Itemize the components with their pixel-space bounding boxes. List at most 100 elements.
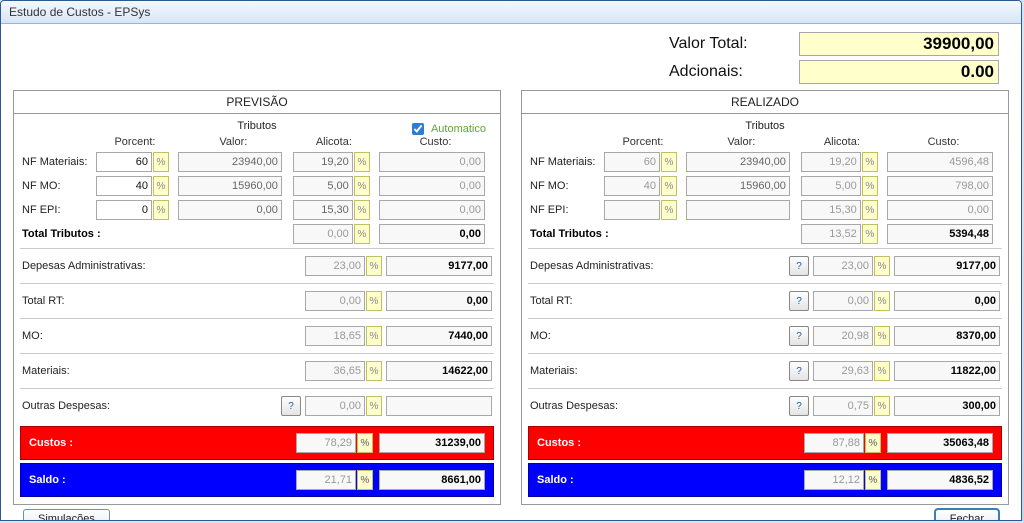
lbl-total-rt: Total RT:: [22, 295, 65, 307]
pct-icon: %: [366, 326, 382, 346]
lbl-nf-materiais-r: NF Materiais:: [528, 150, 602, 174]
row-outras-real: Outras Despesas: ? %: [528, 388, 1002, 423]
lbl-desp-admin: Depesas Administrativas:: [22, 260, 146, 272]
real-nf-materiais-custo: [887, 152, 993, 172]
real-nf-mo-valor: [686, 176, 790, 196]
hd-valor-r: Valor:: [684, 134, 799, 150]
pct-icon: %: [865, 470, 881, 490]
lbl-mo: MO:: [22, 330, 43, 342]
prev-nf-mo-valor: [178, 176, 282, 196]
lbl-saldo: Saldo :: [29, 474, 66, 486]
help-button[interactable]: ?: [789, 256, 809, 276]
help-button[interactable]: ?: [789, 326, 809, 346]
automatico-label: Automatico: [431, 123, 486, 135]
simulacoes-button[interactable]: Simulações: [23, 509, 110, 521]
valor-total-input[interactable]: [799, 32, 999, 56]
pct-icon: %: [862, 200, 878, 220]
prev-nf-mo-alicota: [293, 176, 353, 196]
tributos-previsao-table: Porcent: Valor: Alicota: Custo: NF Mater…: [20, 134, 494, 246]
row-custos-real: Custos : %: [528, 426, 1002, 460]
pct-icon: %: [874, 361, 890, 381]
real-nf-mo-alicota: [801, 176, 861, 196]
lbl-total-rt-r: Total RT:: [530, 295, 573, 307]
real-custos-alic: [804, 433, 864, 453]
pct-icon: %: [357, 470, 373, 490]
help-button[interactable]: ?: [789, 361, 809, 381]
app-window: Estudo de Custos - EPSys Valor Total: Ad…: [0, 0, 1022, 521]
real-nf-epi-porcent: [604, 200, 660, 220]
prev-nf-epi-alicota: [293, 200, 353, 220]
real-desp-admin-alic: [813, 256, 873, 276]
real-materiais-alic: [813, 361, 873, 381]
real-total-rt-alic: [813, 291, 873, 311]
row-mo-prev: MO: %: [20, 318, 494, 353]
lbl-nf-materiais: NF Materiais:: [20, 150, 94, 174]
valor-total-label: Valor Total:: [669, 35, 789, 53]
row-total-rt-real: Total RT: ? %: [528, 283, 1002, 318]
automatico-checkbox-group: Automatico: [408, 120, 486, 138]
prev-nf-epi-custo: [379, 200, 485, 220]
hd-custo-r: Custo:: [885, 134, 1002, 150]
row-mo-real: MO: ? %: [528, 318, 1002, 353]
prev-saldo-custo: [379, 470, 485, 490]
real-outras-alic: [813, 396, 873, 416]
real-mo-alic: [813, 326, 873, 346]
pct-icon: %: [874, 396, 890, 416]
real-materiais-custo: [894, 361, 1000, 381]
help-button[interactable]: ?: [281, 396, 301, 416]
pct-icon: %: [354, 200, 370, 220]
automatico-checkbox[interactable]: [412, 123, 424, 135]
prev-nf-materiais-porcent[interactable]: [96, 152, 152, 172]
lbl-custos: Custos :: [29, 437, 73, 449]
row-desp-admin-real: Depesas Administrativas: ? %: [528, 248, 1002, 283]
tributos-previsao-box: Tributos Automatico Porcent: Valor: Alic…: [20, 118, 494, 246]
help-button[interactable]: ?: [789, 291, 809, 311]
real-saldo-alic: [804, 470, 864, 490]
pct-icon: %: [153, 200, 169, 220]
tributos-title-r: Tributos: [528, 118, 1002, 134]
prev-mo-custo: [386, 326, 492, 346]
lbl-nf-mo-r: NF MO:: [528, 174, 602, 198]
prev-custos-alic: [296, 433, 356, 453]
prev-nf-mo-porcent[interactable]: [96, 176, 152, 196]
real-mo-custo: [894, 326, 1000, 346]
real-saldo-custo: [887, 470, 993, 490]
help-button[interactable]: ?: [789, 396, 809, 416]
prev-desp-admin-alic: [305, 256, 365, 276]
lbl-nf-mo: NF MO:: [20, 174, 94, 198]
prev-total-trib-custo: [379, 224, 485, 244]
tributos-realizado-table: Porcent: Valor: Alicota: Custo: NF Mater…: [528, 134, 1002, 246]
content-area: Valor Total: Adcionais: PREVISÃO Tributo…: [1, 24, 1021, 521]
lbl-nf-epi-r: NF EPI:: [528, 198, 602, 222]
real-nf-mo-porcent: [604, 176, 660, 196]
prev-nf-epi-valor: [178, 200, 282, 220]
prev-nf-epi-porcent[interactable]: [96, 200, 152, 220]
row-desp-admin-prev: Depesas Administrativas: %: [20, 248, 494, 283]
real-total-trib-alicota: [801, 224, 861, 244]
lbl-nf-epi: NF EPI:: [20, 198, 94, 222]
pct-icon: %: [874, 256, 890, 276]
footer: Simulações Fechar: [13, 505, 1009, 521]
pct-icon: %: [354, 152, 370, 172]
real-custos-custo: [887, 433, 993, 453]
hd-alicota: Alicota:: [291, 134, 377, 150]
pct-icon: %: [862, 152, 878, 172]
lbl-total-tributos: Total Tributos :: [20, 222, 291, 246]
fechar-button[interactable]: Fechar: [935, 509, 999, 521]
pct-icon: %: [661, 200, 677, 220]
row-saldo-prev: Saldo : %: [20, 463, 494, 497]
lbl-custos-r: Custos :: [537, 437, 581, 449]
prev-nf-mo-custo: [379, 176, 485, 196]
pct-icon: %: [366, 291, 382, 311]
hd-porcent: Porcent:: [94, 134, 176, 150]
real-nf-epi-valor: [686, 200, 790, 220]
pct-icon: %: [862, 224, 878, 244]
real-nf-materiais-valor: [686, 152, 790, 172]
prev-nf-materiais-custo: [379, 152, 485, 172]
lbl-saldo-r: Saldo :: [537, 474, 574, 486]
prev-custos-custo: [379, 433, 485, 453]
prev-outras-alic: [305, 396, 365, 416]
adicionais-input[interactable]: [799, 60, 999, 84]
prev-materiais-alic: [305, 361, 365, 381]
prev-desp-admin-custo: [386, 256, 492, 276]
